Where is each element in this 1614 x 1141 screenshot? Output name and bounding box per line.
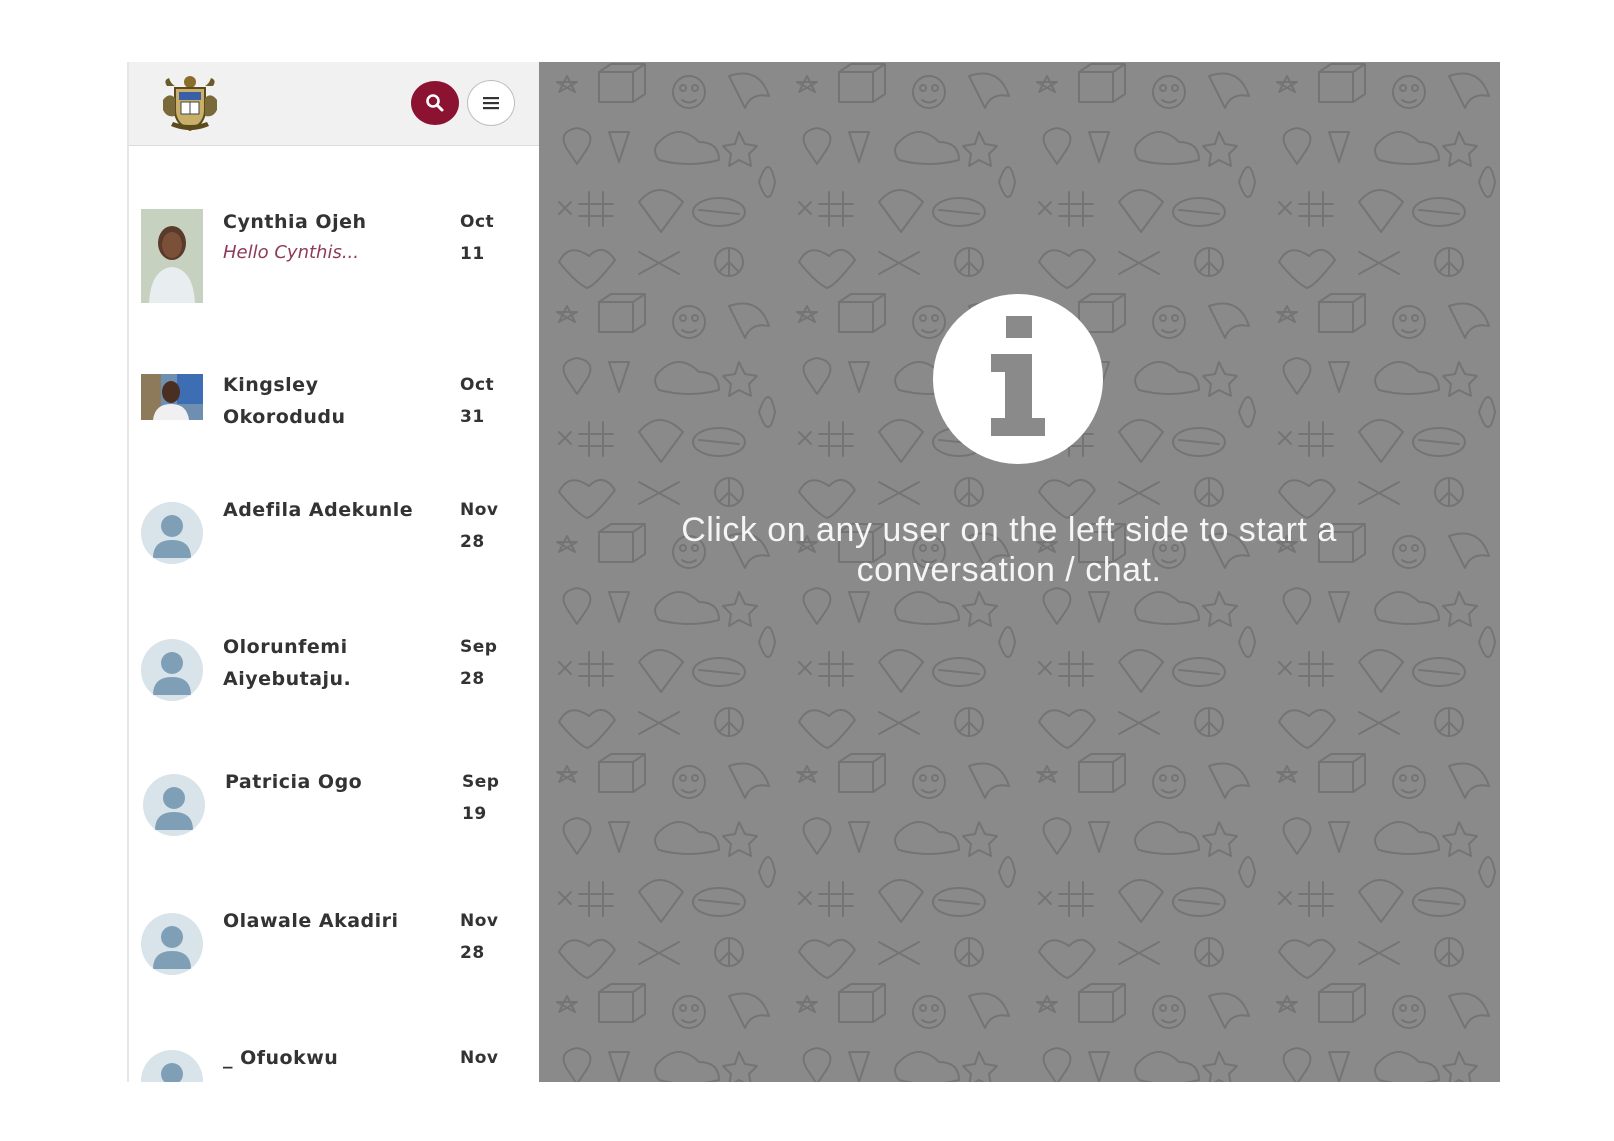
hamburger-menu-icon [483,97,499,110]
info-icon [933,294,1103,464]
chat-app: Cynthia Ojeh Hello Cynthis... Oct 11 Kin… [127,62,1500,1082]
default-user-avatar-icon [141,639,203,701]
contact-name: Adefila Adekunle [223,499,414,521]
contact-item[interactable]: Adefila Adekunle Nov 28 [129,494,539,614]
contact-date-day: 28 [460,943,485,963]
contact-date-day: 11 [460,244,485,264]
default-user-avatar-icon [143,774,205,836]
contact-date-month: Nov [460,500,499,520]
empty-state-message-line2: conversation / chat. [856,551,1162,589]
contact-name: Cynthia Ojeh [223,211,367,233]
contact-name-line1: Kingsley [223,374,319,396]
contact-date-month: Nov [460,1048,499,1068]
search-button[interactable] [411,81,459,125]
empty-state-message-line1: Click on any user on the left side to st… [681,511,1337,549]
contact-item[interactable]: Patricia Ogo Sep 19 [129,766,539,886]
default-user-avatar-icon [141,502,203,564]
empty-state-message: Click on any user on the left side to st… [599,510,1419,590]
contact-item[interactable]: Olorunfemi Aiyebutaju. Sep 28 [129,631,539,751]
default-user-avatar-icon [141,913,203,975]
contact-item[interactable]: Kingsley Okorodudu Oct 31 [129,369,539,489]
contact-name-line2: Aiyebutaju. [223,668,352,690]
contact-name-line1: Olorunfemi [223,636,348,658]
contact-date-month: Oct [460,375,495,395]
contact-item[interactable]: Cynthia Ojeh Hello Cynthis... Oct 11 [129,206,539,326]
contact-list: Cynthia Ojeh Hello Cynthis... Oct 11 Kin… [129,146,539,1082]
contact-avatar [141,209,203,303]
contact-date-day: 28 [460,532,485,552]
contact-name-line2: Okorodudu [223,406,346,428]
contact-date-day: 28 [460,669,485,689]
contact-avatar [141,374,203,420]
contact-message-preview: Hello Cynthis... [223,242,359,263]
menu-button[interactable] [467,80,515,126]
contact-item[interactable]: Olawale Akadiri Nov 28 [129,905,539,1025]
contact-date-month: Sep [462,772,500,792]
contact-name: Patricia Ogo [225,771,363,793]
contact-date-month: Nov [460,911,499,931]
contact-date-day: 31 [460,407,485,427]
contact-date-day: 19 [462,804,487,824]
contact-name: Olawale Akadiri [223,910,399,932]
conversation-panel: Click on any user on the left side to st… [539,62,1500,1082]
contact-date-month: Sep [460,637,498,657]
contact-date-month: Oct [460,212,495,232]
sidebar-header [129,62,539,146]
search-icon [426,94,444,112]
default-user-avatar-icon [141,1050,203,1082]
contacts-sidebar: Cynthia Ojeh Hello Cynthis... Oct 11 Kin… [127,62,539,1082]
school-crest-logo [159,72,221,134]
contact-item[interactable]: _ Ofuokwu Nov [129,1042,539,1082]
contact-name: _ Ofuokwu [223,1047,339,1069]
